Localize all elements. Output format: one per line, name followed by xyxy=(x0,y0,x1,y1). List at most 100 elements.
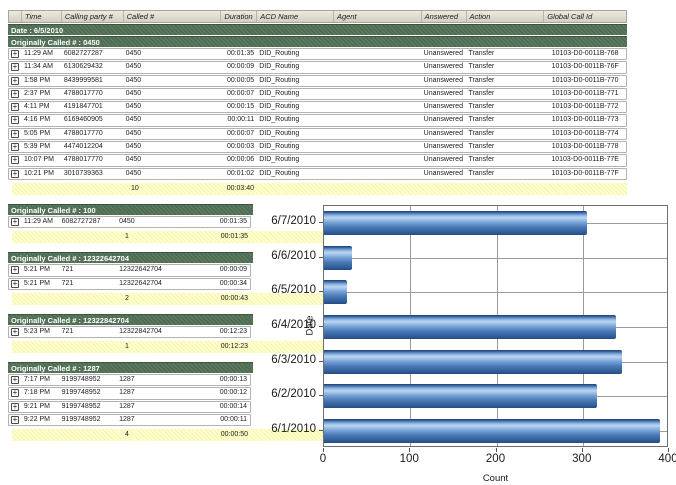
expander-cell: + xyxy=(9,402,22,412)
y-tick-label: 6/3/2010 xyxy=(270,354,316,366)
cell-action: Transfer xyxy=(467,76,545,86)
cell-answered: Unanswered xyxy=(422,102,467,112)
table-row: +10:07 PM4788017770045000:00:06DID_Routi… xyxy=(8,154,627,166)
summary-spacer xyxy=(12,429,117,441)
cell-time: 7:17 PM xyxy=(22,375,60,385)
cell-calling-party: 4788017770 xyxy=(62,155,124,165)
group-header: Originally Called # : 12322842704 xyxy=(8,314,253,325)
expand-row-button[interactable]: + xyxy=(11,143,19,151)
y-tick-label: 6/6/2010 xyxy=(270,250,316,262)
cell-duration: 00:00:11 xyxy=(221,115,257,125)
cell-called: 12322642704 xyxy=(117,265,201,275)
y-tick-label: 6/4/2010 xyxy=(270,319,316,331)
cell-called: 0450 xyxy=(117,217,201,227)
cell-duration: 00:01:35 xyxy=(201,217,250,227)
cell-calling-party: 9199748952 xyxy=(60,402,118,412)
expand-row-button[interactable]: + xyxy=(11,389,19,397)
cell-global-call-id: 10103-D0-0011B-773 xyxy=(544,115,626,125)
summary-total-duration: 00:01:35 xyxy=(202,231,251,243)
x-tick-label: 0 xyxy=(306,453,340,465)
cell-time: 10:07 PM xyxy=(22,155,62,165)
cell-global-call-id: 10103-D0-0011B-771 xyxy=(544,89,626,99)
y-tick xyxy=(319,326,323,327)
cell-answered: Unanswered xyxy=(422,115,467,125)
cell-calling-party: 4788017770 xyxy=(62,129,124,139)
y-tick xyxy=(319,257,323,258)
date-group-header: Date : 6/5/2010 xyxy=(8,24,627,35)
column-header-action: Action xyxy=(467,11,545,22)
cell-global-call-id: 10103-D0-0011B-770 xyxy=(544,76,626,86)
expand-row-button[interactable]: + xyxy=(11,156,19,164)
cell-answered: Unanswered xyxy=(422,76,467,86)
expand-row-button[interactable]: + xyxy=(11,328,19,336)
expander-cell: + xyxy=(9,49,22,59)
expand-row-button[interactable]: + xyxy=(11,50,19,58)
cell-calling-party: 6169460905 xyxy=(62,115,124,125)
summary-spacer xyxy=(12,183,123,195)
cell-duration: 00:00:15 xyxy=(221,102,257,112)
cell-agent xyxy=(334,169,422,179)
cell-global-call-id: 10103-D0-0011B-77E xyxy=(544,155,626,165)
expand-row-button[interactable]: + xyxy=(11,170,19,178)
cell-global-call-id: 10103-D0-0011B-772 xyxy=(544,102,626,112)
summary-total-duration: 00:00:50 xyxy=(202,429,251,441)
expander-column-header xyxy=(9,11,22,22)
cell-calling-party: 4191847701 xyxy=(62,102,124,112)
column-header-agent: Agent xyxy=(334,11,422,22)
expand-row-button[interactable]: + xyxy=(11,63,19,71)
expand-row-button[interactable]: + xyxy=(11,266,19,274)
expand-row-button[interactable]: + xyxy=(11,416,19,424)
expand-row-button[interactable]: + xyxy=(11,376,19,384)
table-row: +1:58 PM8439999581045000:00:05DID_Routin… xyxy=(8,75,627,87)
group-header: Originally Called # : 12322642704 xyxy=(8,252,253,263)
expand-row-button[interactable]: + xyxy=(11,280,19,288)
cell-calling-party: 6082727287 xyxy=(62,49,124,59)
cell-acd-name: DID_Routing xyxy=(257,142,334,152)
summary-call-count: 1 xyxy=(117,341,202,353)
x-axis-title: Count xyxy=(323,473,668,484)
expander-cell: + xyxy=(9,217,22,227)
cell-agent xyxy=(334,115,422,125)
cell-called: 0450 xyxy=(124,169,222,179)
expand-row-button[interactable]: + xyxy=(11,130,19,138)
table-row: +5:21 PM7211232264270400:00:34 xyxy=(8,278,251,290)
table-row: +9:22 PM9199748952128700:00:11 xyxy=(8,414,251,426)
expander-cell: + xyxy=(9,89,22,99)
expand-row-button[interactable]: + xyxy=(11,103,19,111)
cell-global-call-id: 10103-D0-0011B-778 xyxy=(544,142,626,152)
expand-row-button[interactable]: + xyxy=(11,90,19,98)
cell-action: Transfer xyxy=(467,62,545,72)
cell-called: 12322842704 xyxy=(117,327,201,337)
bar-6-7-2010 xyxy=(324,211,587,235)
column-header-global-call-id: Global Call Id xyxy=(544,11,626,22)
expander-cell: + xyxy=(9,279,22,289)
x-tick xyxy=(496,448,497,452)
column-header-duration: Duration xyxy=(221,11,257,22)
summary-call-count: 2 xyxy=(117,293,202,305)
bar-6-1-2010 xyxy=(324,419,660,443)
cell-duration: 00:00:13 xyxy=(201,375,250,385)
y-tick xyxy=(319,361,323,362)
expand-row-button[interactable]: + xyxy=(11,403,19,411)
cell-called: 0450 xyxy=(124,62,222,72)
cell-calling-party: 721 xyxy=(60,279,118,289)
cell-called: 1287 xyxy=(117,375,201,385)
column-header-acd-name: ACD Name xyxy=(257,11,334,22)
cell-called: 1287 xyxy=(117,415,201,425)
expand-row-button[interactable]: + xyxy=(11,116,19,124)
expander-cell: + xyxy=(9,62,22,72)
cell-calling-party: 9199748952 xyxy=(60,388,118,398)
x-tick-label: 200 xyxy=(479,453,513,465)
cell-called: 0450 xyxy=(124,76,222,86)
expand-row-button[interactable]: + xyxy=(11,218,19,226)
cell-calling-party: 4788017770 xyxy=(62,89,124,99)
cell-time: 4:11 PM xyxy=(22,102,62,112)
expand-row-button[interactable]: + xyxy=(11,77,19,85)
column-header-called-: Called # xyxy=(124,11,222,22)
cell-calling-party: 9199748952 xyxy=(60,375,118,385)
cell-duration: 00:01:35 xyxy=(221,49,257,59)
cell-action: Transfer xyxy=(467,155,545,165)
column-header-answered: Answered xyxy=(422,11,467,22)
y-tick-label: 6/2/2010 xyxy=(270,388,316,400)
cell-duration: 00:00:05 xyxy=(221,76,257,86)
